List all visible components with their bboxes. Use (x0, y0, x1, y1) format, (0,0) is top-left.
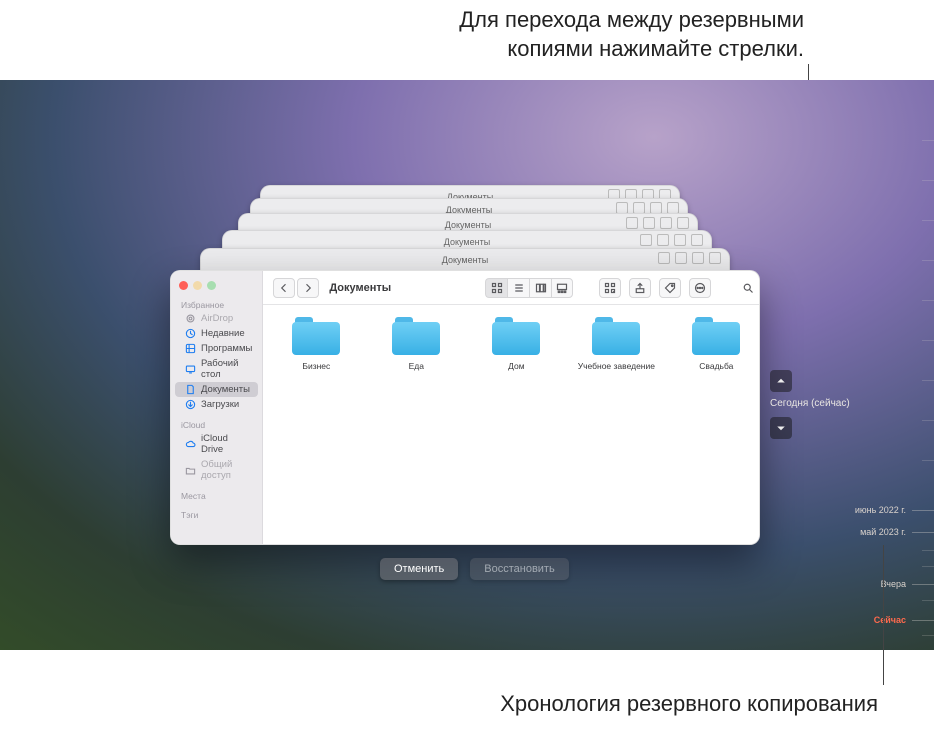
sidebar-item-label: Программы (201, 343, 252, 354)
applications-icon (185, 343, 196, 354)
stage: Для перехода между резервными копиями на… (0, 0, 934, 737)
folder-label: Учебное заведение (577, 361, 655, 371)
sidebar-item-label: Рабочий стол (201, 358, 252, 380)
sidebar-item-recents[interactable]: Недавние (175, 326, 258, 341)
callout-leader-bottom (883, 545, 884, 685)
sidebar-section-favorites: Избранное (171, 298, 262, 311)
window-title: Документы (329, 282, 391, 294)
action-buttons: Отменить Восстановить (380, 558, 569, 580)
timeline-label[interactable]: июнь 2022 г. (855, 505, 906, 515)
share-button[interactable] (629, 278, 651, 298)
sidebar-item-shared[interactable]: Общий доступ (175, 457, 258, 483)
chevron-up-icon (775, 375, 787, 387)
document-icon (185, 384, 196, 395)
sidebar-item-label: AirDrop (201, 313, 233, 324)
next-snapshot-button[interactable] (770, 417, 792, 439)
view-list-button[interactable] (507, 278, 529, 298)
sidebar-item-icloud-drive[interactable]: iCloud Drive (175, 431, 258, 457)
minimize-button[interactable] (193, 281, 202, 290)
timeline-label[interactable]: май 2023 г. (860, 527, 906, 537)
snapshot-nav: Сегодня (сейчас) (770, 370, 880, 445)
finder-content[interactable]: Бизнес Еда Дом Учебное заведение (263, 305, 760, 544)
backup-timeline[interactable]: июнь 2022 г. май 2023 г. Вчера Сейчас (844, 80, 934, 650)
finder-window: Избранное AirDrop Недавние Программы Раб… (170, 270, 760, 545)
cancel-button[interactable]: Отменить (380, 558, 458, 580)
folder-item[interactable]: Еда (377, 317, 455, 371)
view-columns-button[interactable] (529, 278, 551, 298)
folder-icon (592, 317, 640, 355)
close-button[interactable] (179, 281, 188, 290)
zoom-button[interactable] (207, 281, 216, 290)
forward-button[interactable] (297, 278, 319, 298)
sidebar-item-label: Документы (201, 384, 250, 395)
sidebar-item-label: Недавние (201, 328, 245, 339)
folder-label: Еда (377, 361, 455, 371)
sidebar-section-icloud: iCloud (171, 418, 262, 431)
timeline-label[interactable]: Вчера (881, 579, 906, 589)
folder-icon (292, 317, 340, 355)
sidebar-section-locations: Места (171, 489, 262, 502)
back-button[interactable] (273, 278, 295, 298)
sidebar-item-label: iCloud Drive (201, 433, 252, 455)
finder-toolbar: Документы (263, 271, 760, 305)
desktop-icon (185, 364, 196, 375)
window-controls (171, 277, 262, 298)
callout-top-line2: копиями нажимайте стрелки. (459, 35, 804, 64)
previous-snapshot-button[interactable] (770, 370, 792, 392)
folder-label: Дом (477, 361, 555, 371)
folder-item[interactable]: Учебное заведение (577, 317, 655, 371)
folder-icon (492, 317, 540, 355)
sidebar-item-airdrop[interactable]: AirDrop (175, 311, 258, 326)
search-button[interactable] (737, 278, 759, 298)
sidebar-item-documents[interactable]: Документы (175, 382, 258, 397)
clock-icon (185, 328, 196, 339)
folder-label: Бизнес (277, 361, 355, 371)
action-menu-button[interactable] (689, 278, 711, 298)
view-icons-button[interactable] (485, 278, 507, 298)
view-switcher (485, 278, 573, 298)
airdrop-icon (185, 313, 196, 324)
finder-sidebar: Избранное AirDrop Недавние Программы Раб… (171, 271, 263, 544)
sidebar-item-applications[interactable]: Программы (175, 341, 258, 356)
folder-item[interactable]: Дом (477, 317, 555, 371)
cloud-icon (185, 439, 196, 450)
downloads-icon (185, 399, 196, 410)
sidebar-item-desktop[interactable]: Рабочий стол (175, 356, 258, 382)
current-snapshot-label: Сегодня (сейчас) (770, 398, 880, 409)
shared-folder-icon (185, 465, 196, 476)
folder-item[interactable]: Свадьба (677, 317, 755, 371)
desktop-area: июнь 2022 г. май 2023 г. Вчера Сейчас До… (0, 80, 934, 650)
callout-top: Для перехода между резервными копиями на… (459, 6, 804, 63)
folder-icon (392, 317, 440, 355)
sidebar-item-downloads[interactable]: Загрузки (175, 397, 258, 412)
tags-button[interactable] (659, 278, 681, 298)
chevron-down-icon (775, 422, 787, 434)
folder-icon (692, 317, 740, 355)
sidebar-item-label: Загрузки (201, 399, 239, 410)
folder-item[interactable]: Бизнес (277, 317, 355, 371)
group-button[interactable] (599, 278, 621, 298)
timeline-label-now[interactable]: Сейчас (874, 615, 906, 625)
folder-label: Свадьба (677, 361, 755, 371)
callout-top-line1: Для перехода между резервными (459, 6, 804, 35)
restore-button[interactable]: Восстановить (470, 558, 568, 580)
finder-main: Документы (263, 271, 760, 544)
view-gallery-button[interactable] (551, 278, 573, 298)
callout-bottom: Хронология резервного копирования (500, 691, 878, 717)
sidebar-item-label: Общий доступ (201, 459, 252, 481)
sidebar-section-tags: Тэги (171, 508, 262, 521)
